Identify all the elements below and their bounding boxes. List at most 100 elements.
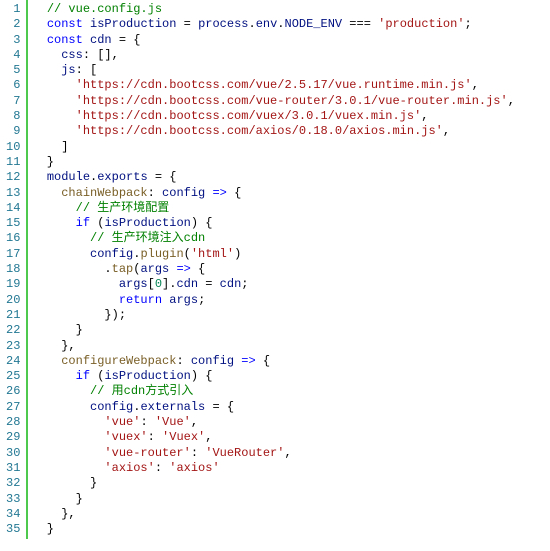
line-number: 10 (6, 140, 20, 155)
code-line: 'vue-router': 'VueRouter', (28, 446, 550, 461)
code-token (32, 247, 90, 261)
code-line: 'vue': 'Vue', (28, 415, 550, 430)
code-token: return (119, 293, 162, 307)
code-token: isProduction (90, 17, 176, 31)
line-number: 13 (6, 186, 20, 201)
code-token: 'https://cdn.bootcss.com/vuex/3.0.1/vuex… (76, 109, 422, 123)
code-token: }); (32, 308, 126, 322)
code-token: 'axios' (169, 461, 219, 475)
code-token: = { (148, 170, 177, 184)
line-number: 9 (6, 124, 20, 139)
code-token: ( (90, 216, 104, 230)
code-token (32, 48, 61, 62)
code-token: } (32, 492, 82, 506)
code-content: // vue.config.js const isProduction = pr… (26, 0, 550, 539)
code-token: 'production' (378, 17, 464, 31)
code-token: // 生产环境注入cdn (90, 231, 205, 245)
code-token: ]. (162, 277, 176, 291)
line-number: 7 (6, 94, 20, 109)
code-token: : (140, 415, 154, 429)
code-line: chainWebpack: config => { (28, 186, 550, 201)
code-line: if (isProduction) { (28, 216, 550, 231)
code-line: } (28, 155, 550, 170)
code-token (32, 201, 75, 215)
code-token (32, 369, 75, 383)
line-number: 33 (6, 492, 20, 507)
line-number: 15 (6, 216, 20, 231)
code-token: // 用cdn方式引入 (90, 384, 193, 398)
code-token: ) { (191, 369, 213, 383)
line-number: 20 (6, 293, 20, 308)
code-line: 'https://cdn.bootcss.com/vue/2.5.17/vue.… (28, 78, 550, 93)
code-token (32, 33, 46, 47)
code-line: config.plugin('html') (28, 247, 550, 262)
line-number: 24 (6, 354, 20, 369)
code-token: } (32, 155, 54, 169)
code-token (32, 446, 104, 460)
code-token: ) (234, 247, 241, 261)
line-number: 23 (6, 339, 20, 354)
code-token: . (277, 17, 284, 31)
code-token: config (162, 186, 205, 200)
code-line: 'https://cdn.bootcss.com/axios/0.18.0/ax… (28, 124, 550, 139)
code-token: externals (140, 400, 205, 414)
code-token: , (421, 109, 428, 123)
code-token: // 生产环境配置 (76, 201, 170, 215)
line-number: 8 (6, 109, 20, 124)
code-token: exports (97, 170, 147, 184)
code-token: : (176, 354, 190, 368)
code-line: config.externals = { (28, 400, 550, 415)
code-token (32, 400, 90, 414)
code-token: ( (90, 369, 104, 383)
code-token: ; (241, 277, 248, 291)
code-token (32, 216, 75, 230)
line-number: 35 (6, 522, 20, 537)
code-token: 'vue' (104, 415, 140, 429)
line-number: 27 (6, 400, 20, 415)
code-token: . (32, 262, 111, 276)
code-token: { (256, 354, 270, 368)
code-token: const (47, 33, 83, 47)
code-line: 'https://cdn.bootcss.com/vuex/3.0.1/vuex… (28, 109, 550, 124)
code-line: const isProduction = process.env.NODE_EN… (28, 17, 550, 32)
line-number: 6 (6, 78, 20, 93)
code-token: isProduction (104, 216, 190, 230)
code-token: }, (32, 507, 75, 521)
code-line: } (28, 492, 550, 507)
code-token (32, 78, 75, 92)
line-number: 22 (6, 323, 20, 338)
code-token: ; (198, 293, 205, 307)
code-token (32, 354, 61, 368)
code-token: => (212, 186, 226, 200)
line-number: 19 (6, 277, 20, 292)
code-token: { (191, 262, 205, 276)
code-token (32, 94, 75, 108)
code-token: const (47, 17, 83, 31)
code-token: args (119, 277, 148, 291)
line-number: 1 (6, 2, 20, 17)
code-line: // 生产环境配置 (28, 201, 550, 216)
line-number: 18 (6, 262, 20, 277)
code-token (32, 186, 61, 200)
code-token (32, 124, 75, 138)
code-token: } (32, 323, 82, 337)
code-token: if (76, 369, 90, 383)
line-number: 34 (6, 507, 20, 522)
line-number: 2 (6, 17, 20, 32)
code-token: cdn (90, 33, 112, 47)
code-token: 'vue-router' (104, 446, 190, 460)
code-token: css (61, 48, 83, 62)
code-token (83, 17, 90, 31)
line-number: 21 (6, 308, 20, 323)
code-line: 'axios': 'axios' (28, 461, 550, 476)
code-token: } (32, 476, 97, 490)
code-line: js: [ (28, 63, 550, 78)
code-line: } (28, 476, 550, 491)
code-token: ( (184, 247, 191, 261)
code-token: config (90, 400, 133, 414)
line-number: 16 (6, 231, 20, 246)
code-token (32, 384, 90, 398)
code-token: 'axios' (104, 461, 154, 475)
code-token: , (205, 430, 212, 444)
code-line: } (28, 522, 550, 537)
